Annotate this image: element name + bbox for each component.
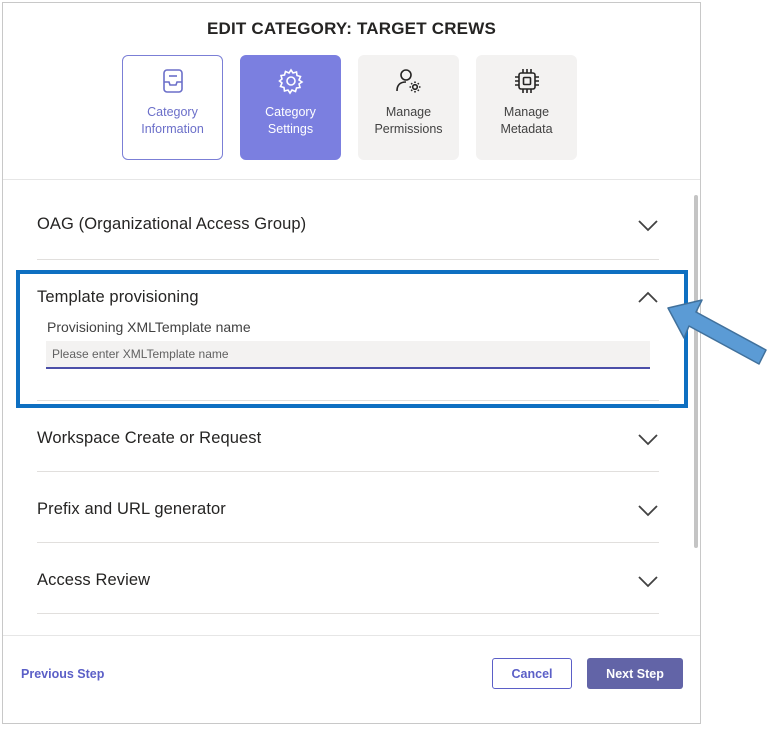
person-gear-icon xyxy=(394,66,424,96)
step-label: Category Settings xyxy=(265,105,316,136)
section-title: Template provisioning xyxy=(37,288,199,306)
scrollbar-thumb[interactable] xyxy=(694,195,698,548)
section-oag[interactable]: OAG (Organizational Access Group) xyxy=(37,183,659,260)
chevron-down-icon[interactable] xyxy=(637,433,659,447)
chevron-up-icon[interactable] xyxy=(637,290,659,304)
chevron-down-icon[interactable] xyxy=(637,504,659,518)
footer-divider xyxy=(3,635,700,636)
step-category-settings[interactable]: Category Settings xyxy=(240,55,341,160)
chip-icon xyxy=(512,66,542,96)
header-divider xyxy=(3,179,700,180)
section-access-review[interactable]: Access Review xyxy=(37,542,659,614)
step-label: Category Information xyxy=(141,105,204,136)
step-manage-permissions[interactable]: Manage Permissions xyxy=(358,55,459,160)
step-label: Manage Permissions xyxy=(374,105,443,136)
step-navigation: Category Information Category Settings M… xyxy=(122,55,577,160)
next-step-button[interactable]: Next Step xyxy=(587,658,683,689)
previous-step-link[interactable]: Previous Step xyxy=(21,667,104,681)
xmltemplate-name-input[interactable] xyxy=(46,341,650,369)
dialog-title: EDIT CATEGORY: TARGET CREWS xyxy=(206,19,497,38)
step-label: Manage Metadata xyxy=(500,105,553,136)
cancel-button[interactable]: Cancel xyxy=(492,658,572,689)
clipboard-icon xyxy=(158,66,188,96)
edit-category-dialog: EDIT CATEGORY: TARGET CREWS Category Inf… xyxy=(2,2,701,724)
section-title: OAG (Organizational Access Group) xyxy=(37,215,307,233)
settings-cog-icon xyxy=(276,66,306,96)
section-title: Workspace Create or Request xyxy=(37,429,262,447)
section-title: Access Review xyxy=(37,571,151,589)
xmltemplate-field-label: Provisioning XMLTemplate name xyxy=(47,319,251,335)
section-workspace-create-request[interactable]: Workspace Create or Request xyxy=(37,400,659,472)
pointer-arrow-icon xyxy=(667,299,767,365)
section-title: Prefix and URL generator xyxy=(37,500,226,518)
step-manage-metadata[interactable]: Manage Metadata xyxy=(476,55,577,160)
section-template-provisioning: Template provisioning Provisioning XMLTe… xyxy=(37,259,659,401)
chevron-down-icon[interactable] xyxy=(637,575,659,589)
step-category-information[interactable]: Category Information xyxy=(122,55,223,160)
chevron-down-icon[interactable] xyxy=(637,219,659,233)
section-prefix-url-generator[interactable]: Prefix and URL generator xyxy=(37,471,659,543)
